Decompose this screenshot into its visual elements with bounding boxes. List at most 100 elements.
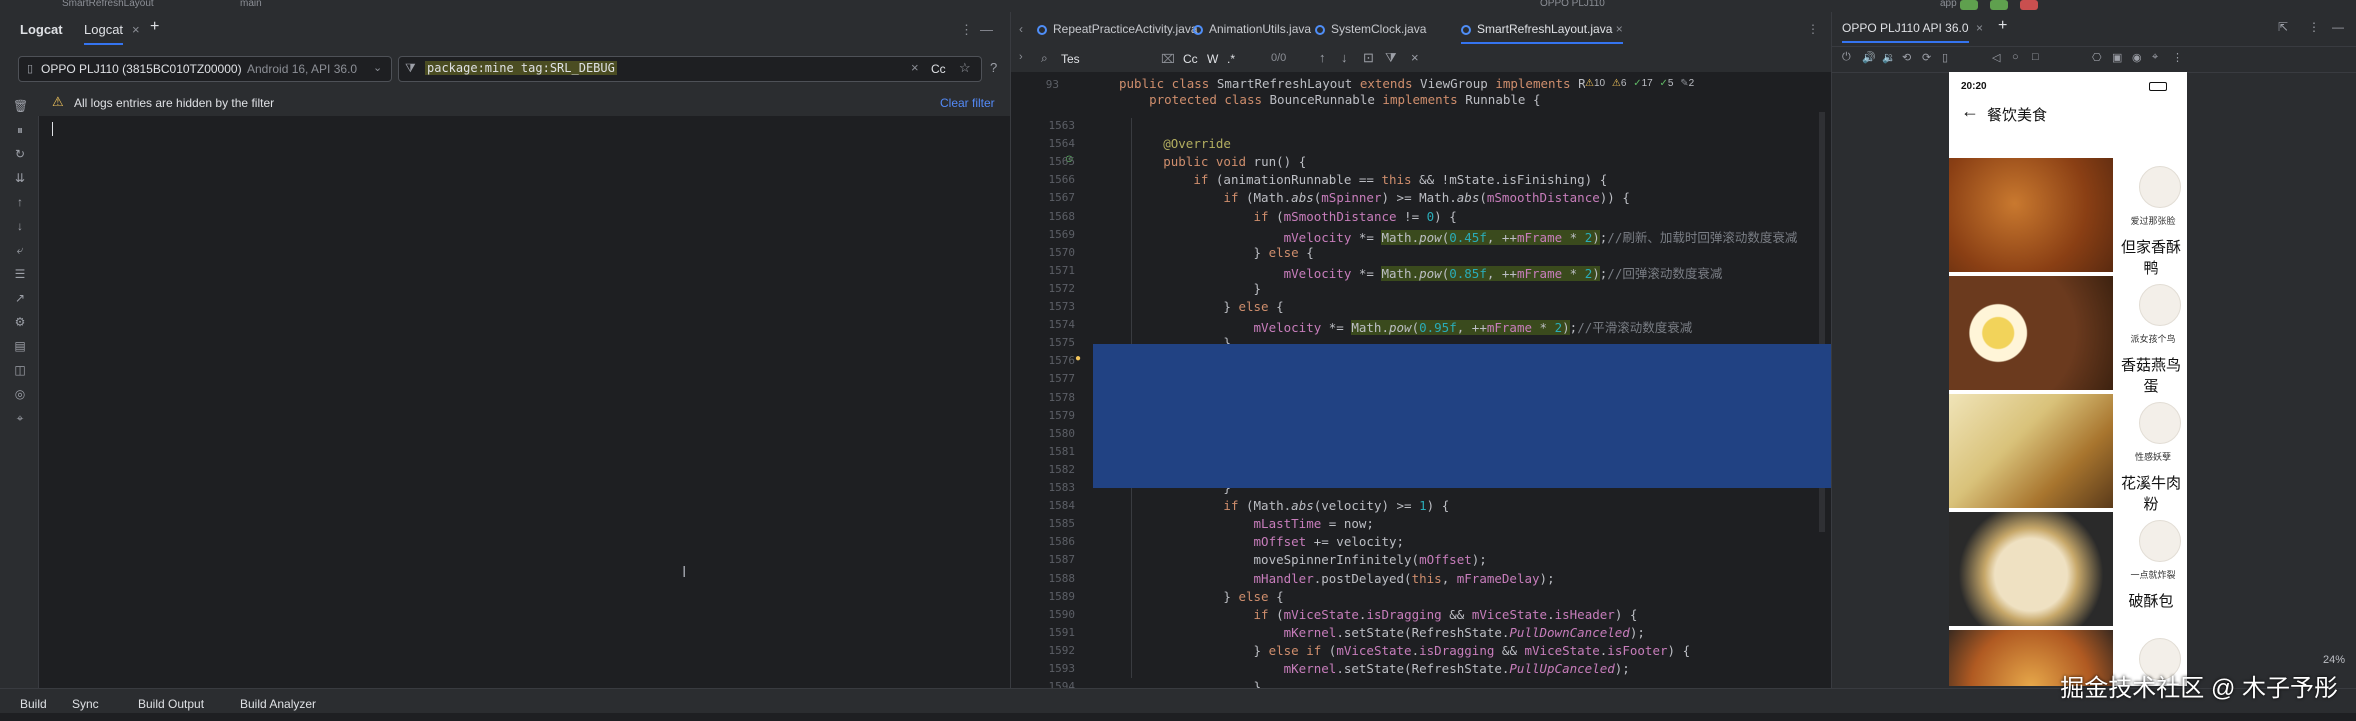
code-line[interactable]: } else { <box>1103 245 1314 260</box>
expand-icon[interactable]: › <box>1019 51 1023 63</box>
food-list-item[interactable]: 性感妖孽 花溪牛肉粉 <box>1949 394 2187 516</box>
match-case-toggle[interactable]: Cc <box>1183 52 1198 66</box>
code-line[interactable]: mLastTime = now; <box>1103 516 1374 531</box>
more-icon[interactable]: ⋮ <box>2308 20 2320 34</box>
back-icon[interactable]: ← <box>1961 101 1979 122</box>
code-line[interactable]: mOffset += velocity; <box>1103 534 1405 549</box>
code-line[interactable]: if (animationRunnable == this && !mState… <box>1103 172 1607 187</box>
down-icon[interactable]: ↓ <box>13 220 27 232</box>
more-icon[interactable]: ⋮ <box>960 22 973 38</box>
device-name[interactable]: OPPO PLJ110 <box>1540 0 1605 9</box>
code-line[interactable]: if (mViceState.isDragging && mViceState.… <box>1103 607 1638 622</box>
layout-inspector-icon[interactable]: ⌖ <box>13 412 27 424</box>
code-line[interactable]: mKernel.setState(RefreshState.PullUpCanc… <box>1103 661 1630 676</box>
screen-record-icon[interactable]: ◉ <box>2132 51 2142 64</box>
help-icon[interactable]: ? <box>990 60 997 75</box>
close-icon[interactable]: × <box>132 22 140 37</box>
run-icon[interactable] <box>1960 0 1978 10</box>
detach-icon[interactable]: ⇱ <box>2278 20 2288 34</box>
find-input[interactable]: Tes <box>1061 52 1080 66</box>
clear-filter-link[interactable]: Clear filter <box>940 96 995 110</box>
power-icon[interactable]: ⏻ <box>1842 51 1851 64</box>
soft-wrap-icon[interactable]: ⤶ <box>13 244 27 256</box>
minimize-icon[interactable]: — <box>2332 20 2344 34</box>
code-line[interactable]: mKernel.setState(RefreshState.PullDownCa… <box>1103 625 1645 640</box>
run-config[interactable]: app <box>1940 0 1957 9</box>
volume-down-icon[interactable]: 🔉 <box>1882 51 1896 64</box>
restart-icon[interactable]: ↻ <box>13 148 27 160</box>
star-icon[interactable]: ☆ <box>959 60 971 76</box>
tab-system-clock[interactable]: SystemClock.java <box>1315 22 1426 36</box>
layout-inspector-icon[interactable]: ⌖ <box>2152 51 2158 64</box>
back-icon[interactable]: ◁ <box>1992 51 2000 64</box>
tab-sync[interactable]: Sync <box>72 697 99 711</box>
code-line[interactable]: } else if (mViceState.isDragging && mVic… <box>1103 643 1691 658</box>
device-select[interactable]: ▯ OPPO PLJ110 (3815BC010TZ00000) Android… <box>18 56 392 82</box>
code-line[interactable]: mVelocity *= Math.pow(0.85f, ++mFrame * … <box>1103 263 1722 282</box>
format-icon[interactable]: ☰ <box>13 268 27 280</box>
whole-words-toggle[interactable]: W <box>1207 52 1218 66</box>
device-screen[interactable]: 20:20 ← 餐饮美食 爱过那张脸 但家香酥鸭 派女孩个鸟 香菇燕鸟蛋 性感妖孽 花溪牛… <box>1949 72 2187 686</box>
close-icon[interactable]: × <box>1411 50 1419 65</box>
volume-up-icon[interactable]: 🔊 <box>1862 51 1876 64</box>
select-all-icon[interactable]: ⊡ <box>1363 50 1374 66</box>
inspection-widget[interactable]: ⚠10 ⚠6 ✓17 ✓5 ✎2 <box>1585 78 1825 92</box>
fold-icon[interactable]: ▯ <box>1942 51 1948 64</box>
stop-icon[interactable] <box>2020 0 2038 10</box>
clear-search-icon[interactable]: ⌧ <box>1161 52 1175 66</box>
add-tab-icon[interactable]: + <box>150 18 159 36</box>
pause-icon[interactable]: ⏸ <box>13 124 27 136</box>
scroll-end-icon[interactable]: ⇊ <box>13 172 27 184</box>
code-line[interactable]: mVelocity *= Math.pow(0.95f, ++mFrame * … <box>1103 317 1692 336</box>
sticky-inner-class-line[interactable]: protected class BounceRunnable implement… <box>1119 92 1540 107</box>
screenshot-icon[interactable]: ◫ <box>13 364 27 376</box>
split-icon[interactable]: ▤ <box>13 340 27 352</box>
code-line[interactable]: mHandler.postDelayed(this, mFrameDelay); <box>1103 571 1555 586</box>
code-line[interactable]: @Override <box>1103 136 1231 151</box>
add-device-icon[interactable]: + <box>1998 17 2007 35</box>
rotate-left-icon[interactable]: ⟲ <box>1902 51 1911 64</box>
tab-device[interactable]: OPPO PLJ110 API 36.0 <box>1842 21 1969 43</box>
tab-smart-refresh-layout[interactable]: SmartRefreshLayout.java × <box>1461 22 1623 44</box>
food-list-item[interactable]: 一点就炸裂 破酥包 <box>1949 512 2187 634</box>
more-icon[interactable]: ⋮ <box>1807 22 1819 36</box>
trash-icon[interactable]: 🗑 <box>13 100 28 112</box>
code-line[interactable]: moveSpinnerInfinitely(mOffset); <box>1103 552 1487 567</box>
more-icon[interactable]: ⋮ <box>2172 51 2183 64</box>
food-list-item[interactable]: 爱过那张脸 但家香酥鸭 <box>1949 158 2187 280</box>
tab-logcat[interactable]: Logcat <box>84 22 124 45</box>
screenshot-icon[interactable]: ▣ <box>2112 51 2122 64</box>
code-line[interactable]: mVelocity *= Math.pow(0.45f, ++mFrame * … <box>1103 227 1797 246</box>
chevron-left-icon[interactable]: ‹ <box>1019 22 1023 36</box>
code-line[interactable]: } <box>1103 281 1262 296</box>
code-line[interactable]: if (mSmoothDistance != 0) { <box>1103 209 1457 224</box>
food-list[interactable]: 爱过那张脸 但家香酥鸭 派女孩个鸟 香菇燕鸟蛋 性感妖孽 花溪牛肉粉 一点就炸裂 破酥包 <box>1949 158 2187 686</box>
screen-record-icon[interactable]: ◎ <box>13 388 27 400</box>
tab-build-analyzer[interactable]: Build Analyzer <box>240 697 316 711</box>
branch-name[interactable]: main <box>240 0 262 9</box>
match-case-toggle[interactable]: Cc <box>931 62 946 76</box>
regex-toggle[interactable]: .* <box>1227 52 1235 66</box>
code-line[interactable]: public void run() { <box>1103 154 1306 169</box>
up-icon[interactable]: ↑ <box>13 196 27 208</box>
tab-animation-utils[interactable]: AnimationUtils.java <box>1193 22 1311 36</box>
down-arrow-icon[interactable]: ↓ <box>1341 50 1348 65</box>
clear-icon[interactable]: × <box>911 60 919 75</box>
food-list-item[interactable]: 派女孩个鸟 香菇燕鸟蛋 <box>1949 276 2187 398</box>
overview-icon[interactable]: □ <box>2032 51 2039 63</box>
minimize-icon[interactable]: — <box>980 22 993 37</box>
share-icon[interactable]: ↗ <box>13 292 27 304</box>
filter-icon[interactable]: ⧩ <box>1385 50 1397 66</box>
rotate-right-icon[interactable]: ⟳ <box>1922 51 1931 64</box>
debug-icon[interactable] <box>1990 0 2008 10</box>
close-icon[interactable]: × <box>1976 21 1983 35</box>
filter-input[interactable]: ⧩ package:mine tag:SRL_DEBUG × Cc ☆ <box>398 56 982 82</box>
project-name[interactable]: SmartRefreshLayout <box>62 0 154 9</box>
up-arrow-icon[interactable]: ↑ <box>1319 50 1326 65</box>
code-line[interactable]: if (Math.abs(mSpinner) >= Math.abs(mSmoo… <box>1103 190 1629 205</box>
snapshot-icon[interactable]: ⎔ <box>2092 51 2102 64</box>
settings-icon[interactable]: ⚙ <box>13 316 27 328</box>
home-icon[interactable]: ○ <box>2012 51 2019 63</box>
tab-build[interactable]: Build <box>20 697 47 711</box>
tab-repeat-practice[interactable]: RepeatPracticeActivity.java <box>1037 22 1198 36</box>
